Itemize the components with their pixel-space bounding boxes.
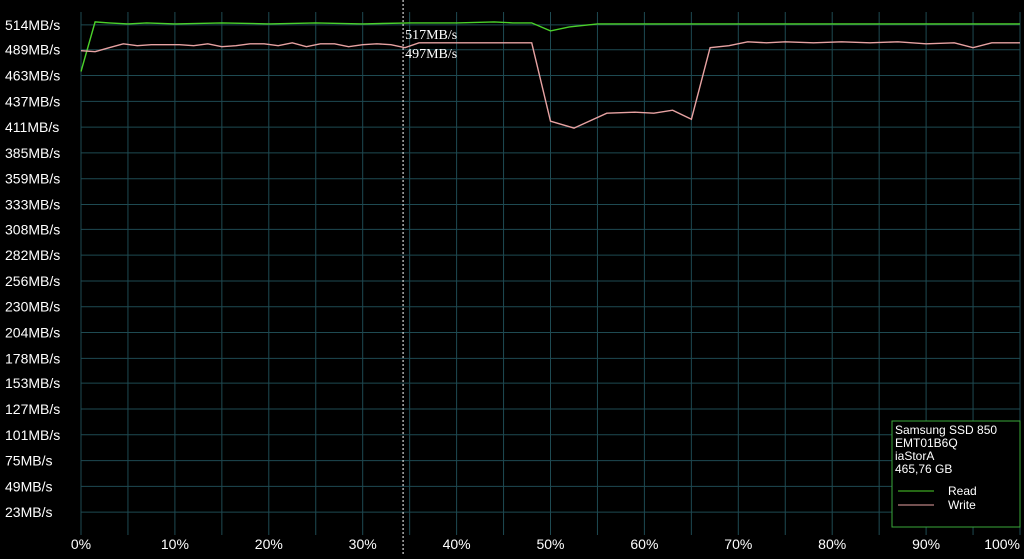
- y-tick-label-15: 127MB/s: [5, 401, 60, 417]
- y-tick-label-0: 514MB/s: [5, 17, 60, 33]
- chart-background: [0, 0, 1024, 554]
- y-tick-label-5: 385MB/s: [5, 145, 60, 161]
- legend-device-capacity: 465,76 GB: [895, 462, 952, 476]
- y-tick-label-7: 333MB/s: [5, 197, 60, 213]
- y-tick-label-18: 49MB/s: [5, 478, 52, 494]
- y-tick-label-12: 204MB/s: [5, 325, 60, 341]
- legend-device-firmware: EMT01B6Q: [895, 436, 958, 450]
- cursor-read-value: 517MB/s: [405, 28, 457, 43]
- y-tick-label-2: 463MB/s: [5, 68, 60, 84]
- x-tick-label-4: 40%: [443, 536, 471, 552]
- y-tick-label-17: 75MB/s: [5, 453, 52, 469]
- legend-box: Samsung SSD 850 EMT01B6Q iaStorA 465,76 …: [891, 420, 1021, 528]
- y-tick-label-14: 153MB/s: [5, 375, 60, 391]
- x-tick-label-0: 0%: [71, 536, 91, 552]
- y-tick-label-11: 230MB/s: [5, 299, 60, 315]
- x-tick-label-6: 60%: [630, 536, 658, 552]
- x-tick-label-7: 70%: [724, 536, 752, 552]
- x-tick-label-5: 50%: [536, 536, 564, 552]
- legend-read-label: Read: [948, 484, 977, 498]
- chart-svg: 514MB/s 489MB/s 463MB/s 437MB/s 411MB/s 385MB…: [0, 0, 1024, 554]
- x-tick-label-8: 80%: [818, 536, 846, 552]
- y-tick-label-19: 23MB/s: [5, 504, 52, 520]
- x-tick-label-3: 30%: [349, 536, 377, 552]
- legend-device-driver: iaStorA: [895, 449, 934, 463]
- y-tick-label-9: 282MB/s: [5, 247, 60, 263]
- benchmark-chart: 514MB/s 489MB/s 463MB/s 437MB/s 411MB/s 385MB…: [0, 0, 1024, 554]
- y-tick-label-10: 256MB/s: [5, 273, 60, 289]
- y-tick-label-3: 437MB/s: [5, 93, 60, 109]
- x-tick-label-2: 20%: [255, 536, 283, 552]
- x-tick-label-9: 90%: [912, 536, 940, 552]
- y-tick-label-4: 411MB/s: [5, 119, 59, 135]
- y-tick-label-8: 308MB/s: [5, 221, 60, 237]
- legend-write-label: Write: [948, 498, 976, 512]
- x-tick-label-10: 100%: [984, 536, 1020, 552]
- y-tick-label-1: 489MB/s: [5, 42, 60, 58]
- y-tick-label-6: 359MB/s: [5, 171, 60, 187]
- y-tick-label-13: 178MB/s: [5, 350, 60, 366]
- grid-layer: [80, 12, 1021, 535]
- y-tick-label-16: 101MB/s: [5, 427, 60, 443]
- legend-device-name: Samsung SSD 850: [895, 423, 997, 437]
- x-tick-label-1: 10%: [161, 536, 189, 552]
- cursor-write-value: 497MB/s: [405, 47, 457, 62]
